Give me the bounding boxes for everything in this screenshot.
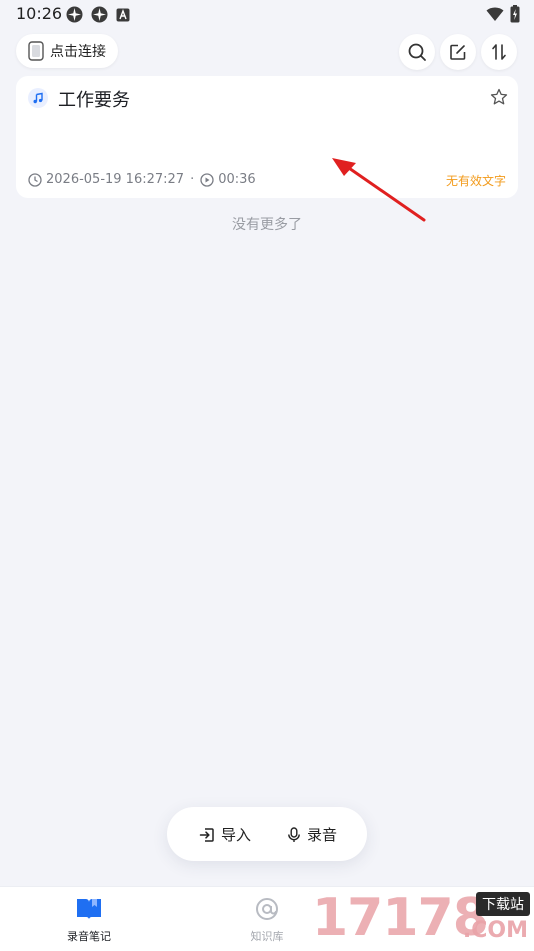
tab-recording-notes[interactable]: 录音笔记 — [44, 897, 134, 944]
recording-duration: 00:36 — [218, 172, 256, 187]
tab-label: 录音笔记 — [67, 930, 111, 943]
font-icon — [116, 8, 130, 21]
battery-icon — [510, 5, 520, 23]
connect-label: 点击连接 — [50, 44, 106, 60]
list-end-text: 没有更多了 — [232, 217, 302, 233]
book-icon — [77, 899, 101, 919]
recording-meta: 2026-05-19 16:27:27 · 00:36 — [28, 172, 256, 187]
import-button[interactable]: 导入 — [199, 824, 251, 845]
clock-icon — [28, 172, 42, 187]
connect-button[interactable]: 点击连接 — [16, 34, 118, 68]
action-pill: 导入 录音 — [167, 807, 367, 861]
status-bar: 10:26 — [0, 0, 534, 28]
recording-date: 2026-05-19 16:27:27 — [46, 172, 185, 187]
search-button[interactable] — [399, 34, 435, 70]
music-icon — [28, 88, 48, 108]
sort-icon — [492, 44, 506, 60]
record-button[interactable]: 录音 — [287, 824, 337, 845]
record-label: 录音 — [307, 826, 338, 844]
status-badge: 无有效文字 — [445, 174, 506, 188]
search-icon — [408, 43, 426, 61]
watermark-number: 17178 — [312, 888, 489, 948]
status-icons-left — [66, 6, 130, 23]
recording-card[interactable]: 工作要务 2026-05-19 16:27:27 · 00:36 无有效文字 — [16, 76, 518, 198]
app-icon — [66, 6, 83, 23]
tab-label: 知识库 — [250, 930, 284, 943]
star-icon[interactable] — [490, 88, 508, 106]
annotation-arrow — [332, 158, 426, 222]
wifi-icon — [486, 7, 504, 21]
watermark: 17178 下载站 .COM — [306, 888, 534, 950]
watermark-tag: 下载站 — [476, 892, 530, 916]
status-time: 10:26 — [16, 4, 63, 23]
microphone-icon — [288, 826, 300, 842]
play-icon — [200, 172, 214, 187]
status-icons-right — [486, 5, 520, 23]
app-icon — [91, 6, 108, 23]
sort-button[interactable] — [481, 34, 517, 70]
import-icon — [199, 827, 214, 842]
meta-separator: · — [190, 172, 195, 187]
at-icon — [256, 898, 278, 920]
recording-title: 工作要务 — [58, 90, 130, 111]
device-icon — [28, 41, 44, 61]
watermark-suffix: .COM — [462, 918, 528, 943]
edit-icon — [450, 44, 466, 60]
import-label: 导入 — [221, 826, 252, 844]
tab-knowledge-base[interactable]: 知识库 — [222, 897, 312, 944]
edit-button[interactable] — [440, 34, 476, 70]
